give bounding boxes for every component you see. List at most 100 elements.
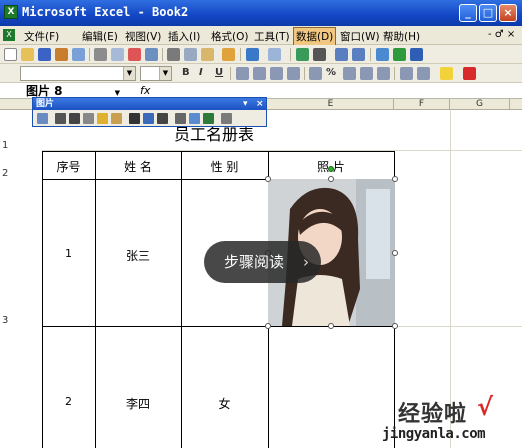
row-header-3[interactable]: 3 <box>0 315 42 326</box>
insert-picture-icon[interactable] <box>37 113 48 124</box>
watermark-brand: 经验啦 <box>398 402 468 427</box>
resize-handle-bottom[interactable] <box>328 323 334 329</box>
resize-handle-top[interactable] <box>328 176 334 182</box>
resize-handle-top-right[interactable] <box>392 176 398 182</box>
more-contrast-icon[interactable] <box>69 113 80 124</box>
more-brightness-icon[interactable] <box>97 113 108 124</box>
formatting-toolbar: ▼ ▼ B I U % <box>0 64 522 83</box>
column-header-e[interactable]: E <box>268 99 394 110</box>
row2-gender: 女 <box>218 397 231 411</box>
menu-data[interactable]: 数据(D) <box>293 27 337 46</box>
crop-icon[interactable] <box>129 113 140 124</box>
rotate-left-icon[interactable] <box>143 113 154 124</box>
menu-format[interactable]: 格式(O) <box>211 29 248 44</box>
percent-button[interactable]: % <box>326 67 336 78</box>
format-picture-icon[interactable] <box>189 113 200 124</box>
set-transparent-color-icon[interactable] <box>203 113 214 124</box>
merge-center-icon[interactable] <box>287 67 300 80</box>
fill-color-icon[interactable] <box>440 67 453 80</box>
comma-style-icon[interactable] <box>343 67 356 80</box>
redo-icon[interactable] <box>268 48 281 61</box>
chart-wizard-icon[interactable] <box>376 48 389 61</box>
sort-ascending-icon[interactable] <box>335 48 348 61</box>
bold-button[interactable]: B <box>182 67 190 78</box>
borders-icon[interactable] <box>417 67 430 80</box>
toolbar-options-icon[interactable]: ▾ <box>243 98 248 110</box>
picture-toolbar-title: 图片 ▾ × <box>33 98 266 110</box>
less-contrast-icon[interactable] <box>83 113 94 124</box>
open-icon[interactable] <box>21 48 34 61</box>
column-header-g[interactable]: G <box>450 99 510 110</box>
rotate-handle[interactable] <box>328 166 334 172</box>
cut-icon[interactable] <box>167 48 180 61</box>
new-icon[interactable] <box>4 48 17 61</box>
toolbar-separator <box>89 48 90 61</box>
row-header-1[interactable]: 1 <box>0 140 42 151</box>
resize-handle-right[interactable] <box>392 250 398 256</box>
underline-button[interactable]: U <box>215 67 223 78</box>
color-icon[interactable] <box>55 113 66 124</box>
copy-icon[interactable] <box>184 48 197 61</box>
indent-icon[interactable] <box>400 67 413 80</box>
permission-icon[interactable] <box>55 48 68 61</box>
menu-help[interactable]: 帮助(H) <box>383 29 420 44</box>
close-icon: × <box>503 6 513 19</box>
resize-handle-top-left[interactable] <box>265 176 271 182</box>
menu-edit[interactable]: 编辑(E) <box>82 29 118 44</box>
drawing-icon[interactable] <box>393 48 406 61</box>
print-icon[interactable] <box>94 48 107 61</box>
resize-handle-bottom-left[interactable] <box>265 323 271 329</box>
row1-index: 1 <box>65 247 72 260</box>
font-color-icon[interactable] <box>463 67 476 80</box>
research-icon[interactable] <box>145 48 158 61</box>
menu-insert[interactable]: 插入(I) <box>168 29 200 44</box>
compress-pictures-icon[interactable] <box>175 113 186 124</box>
decrease-decimal-icon[interactable] <box>377 67 390 80</box>
autosum-icon[interactable] <box>313 48 326 61</box>
spelling-icon[interactable] <box>128 48 141 61</box>
minimize-icon: _ <box>465 6 471 19</box>
reset-picture-icon[interactable] <box>221 113 232 124</box>
email-icon[interactable] <box>72 48 85 61</box>
menu-bar: X 文件(F) 编辑(E) 视图(V) 插入(I) 格式(O) 工具(T) 数据… <box>0 26 522 46</box>
paste-icon[interactable] <box>201 48 214 61</box>
less-brightness-icon[interactable] <box>111 113 122 124</box>
currency-icon[interactable] <box>309 67 322 80</box>
sort-descending-icon[interactable] <box>352 48 365 61</box>
row1-name: 张三 <box>125 249 150 263</box>
step-reading-button[interactable]: 步骤阅读 › <box>204 241 321 283</box>
excel-app-icon[interactable]: X <box>4 5 18 19</box>
align-center-icon[interactable] <box>253 67 266 80</box>
column-header-f[interactable]: F <box>394 99 450 110</box>
increase-decimal-icon[interactable] <box>360 67 373 80</box>
row2-index: 2 <box>65 395 72 408</box>
name-box[interactable]: 图片 8 ▼ <box>20 84 120 98</box>
document-menu-icon[interactable]: X <box>3 29 15 41</box>
maximize-button[interactable]: □ <box>479 4 497 22</box>
close-icon[interactable]: × <box>256 98 264 110</box>
print-preview-icon[interactable] <box>111 48 124 61</box>
menu-file[interactable]: 文件(F) <box>24 29 59 44</box>
close-button[interactable]: × <box>499 4 517 22</box>
align-left-icon[interactable] <box>236 67 249 80</box>
align-right-icon[interactable] <box>270 67 283 80</box>
font-name-combo[interactable]: ▼ <box>20 66 136 81</box>
menu-window[interactable]: 窗口(W) <box>340 29 380 44</box>
menu-view[interactable]: 视图(V) <box>125 29 161 44</box>
line-style-icon[interactable] <box>157 113 168 124</box>
menu-tools[interactable]: 工具(T) <box>254 29 290 44</box>
italic-button[interactable]: I <box>199 67 203 78</box>
fx-icon[interactable]: fx <box>140 84 150 97</box>
help-icon[interactable] <box>410 48 423 61</box>
document-window-controls[interactable]: - ♂ × <box>488 29 515 40</box>
header-name: 姓 名 <box>124 160 152 174</box>
save-icon[interactable] <box>38 48 51 61</box>
undo-icon[interactable] <box>246 48 259 61</box>
resize-handle-bottom-right[interactable] <box>392 323 398 329</box>
minimize-button[interactable]: _ <box>459 4 477 22</box>
format-painter-icon[interactable] <box>222 48 235 61</box>
hyperlink-icon[interactable] <box>296 48 309 61</box>
row-header-2[interactable]: 2 <box>0 168 42 179</box>
font-size-combo[interactable]: ▼ <box>140 66 172 81</box>
name-box-value: 图片 8 <box>26 84 63 98</box>
